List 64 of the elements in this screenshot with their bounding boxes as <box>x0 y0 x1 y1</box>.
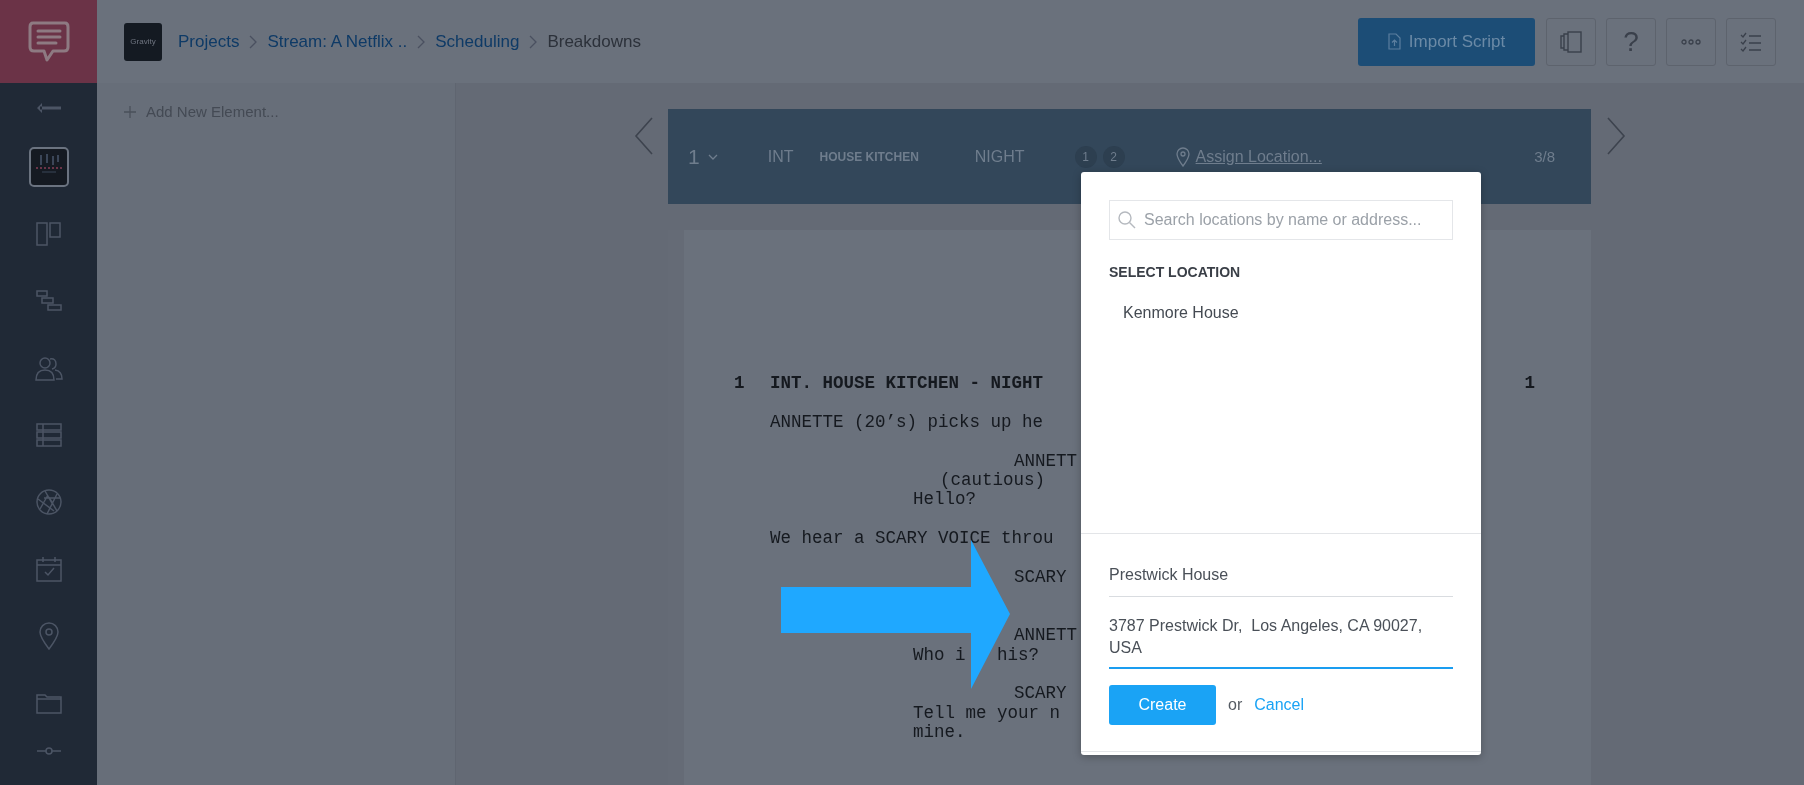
project-thumbnail-icon[interactable] <box>28 146 69 187</box>
action-line: ANNETTE (20’s) picks up he <box>770 412 1044 433</box>
or-text: or <box>1228 696 1243 714</box>
cast-id-badge: 1 <box>1074 145 1097 168</box>
project-badge[interactable]: Gravity <box>124 22 162 61</box>
scene-number: 1 <box>734 374 746 394</box>
map-pin-icon[interactable] <box>38 621 59 650</box>
checklist-icon <box>1740 31 1762 52</box>
dialogue-line: Hello? <box>913 490 976 510</box>
people-icon[interactable] <box>34 354 63 381</box>
plus-icon <box>124 105 136 118</box>
scene-heading: INT. HOUSE KITCHEN - NIGHT <box>770 374 1044 394</box>
caret-icon <box>707 153 718 160</box>
assign-location-link[interactable]: Assign Location... <box>1195 147 1322 166</box>
character-name: SCARY <box>1014 568 1067 588</box>
set-label: HOUSE KITCHEN <box>819 149 919 164</box>
app-logo[interactable] <box>0 0 97 83</box>
create-button[interactable]: Create <box>1109 685 1216 725</box>
dialogue-line: his? <box>997 645 1040 665</box>
cancel-link[interactable]: Cancel <box>1254 696 1305 714</box>
aperture-icon[interactable] <box>35 488 62 515</box>
dialogue-line: Who i <box>913 645 966 665</box>
character-name: ANNETT <box>1014 626 1077 646</box>
page-count: 3/8 <box>1534 148 1555 165</box>
panels-icon <box>1559 30 1583 53</box>
chevron-right-icon[interactable] <box>1606 117 1626 155</box>
help-button[interactable]: ? <box>1606 17 1656 66</box>
breadcrumb-link[interactable]: Stream: A Netflix .. <box>267 31 408 52</box>
map-pin-icon <box>1175 146 1190 167</box>
breadcrumb-link[interactable]: Scheduling <box>435 31 520 52</box>
breadcrumb-current: Breakdowns <box>547 31 641 52</box>
action-line: We hear a SCARY VOICE throu <box>770 529 1054 549</box>
cast-id-badge: 2 <box>1102 145 1125 168</box>
sliders-icon[interactable] <box>35 747 62 755</box>
dialogue-line: Tell me your n <box>913 703 1061 724</box>
breadcrumb-link[interactable]: Projects <box>178 31 240 52</box>
chevron-left-icon[interactable] <box>634 117 654 155</box>
scene-number: 1 <box>1524 374 1535 394</box>
folder-icon[interactable] <box>35 691 62 714</box>
character-name: ANNETT <box>1014 451 1077 471</box>
int-ext-label: INT <box>767 147 794 166</box>
file-upload-icon <box>1387 33 1401 50</box>
list-icon[interactable] <box>35 422 62 447</box>
import-script-button[interactable]: Import Script <box>1358 17 1535 66</box>
section-title: SELECT LOCATION <box>1109 264 1242 280</box>
stripboard-icon[interactable] <box>35 289 62 312</box>
calendar-check-icon[interactable] <box>35 555 62 582</box>
search-icon <box>1118 211 1136 229</box>
more-button[interactable] <box>1666 17 1716 66</box>
board-icon[interactable] <box>35 220 62 247</box>
time-label: NIGHT <box>974 147 1025 166</box>
panels-button[interactable] <box>1546 17 1596 66</box>
character-name: SCARY <box>1014 684 1067 704</box>
checklist-button[interactable] <box>1726 17 1776 66</box>
chevron-right-icon <box>417 34 426 49</box>
dialogue-line: mine. <box>913 723 966 743</box>
scene-number-dropdown[interactable]: 1 <box>688 144 718 169</box>
location-search-field[interactable]: Search locations by name or address... <box>1109 200 1453 240</box>
back-arrow-icon[interactable] <box>35 102 62 114</box>
chevron-right-icon <box>249 34 258 49</box>
more-icon <box>1681 38 1701 45</box>
location-item[interactable]: Kenmore House <box>1123 304 1453 322</box>
parenthetical-line: (cautious) <box>940 471 1046 491</box>
chevron-right-icon <box>529 34 538 49</box>
